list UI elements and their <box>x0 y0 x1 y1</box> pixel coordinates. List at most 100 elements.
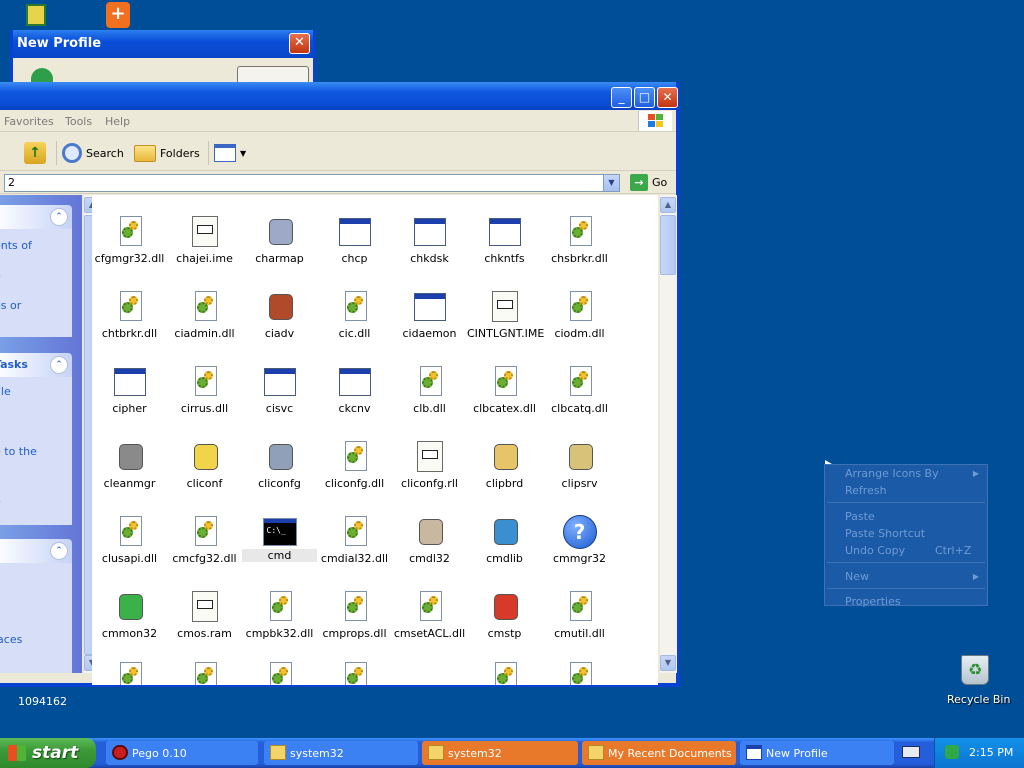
file-item[interactable]: cipher <box>92 365 167 415</box>
collapse-icon[interactable]: ⌃ <box>50 356 68 374</box>
file-item[interactable]: cirrus.dll <box>167 365 242 415</box>
menu-tools[interactable]: Tools <box>65 115 92 128</box>
desktop-firstaid-icon[interactable]: + <box>106 2 130 28</box>
task-pane-header-1[interactable]: ⌃ <box>0 205 72 229</box>
file-item[interactable]: cmprops.dll <box>317 590 392 640</box>
menu-favorites[interactable]: Favorites <box>4 115 54 128</box>
minimize-icon[interactable]: _ <box>611 87 632 108</box>
recycle-bin[interactable]: Recycle Bin <box>947 655 1010 706</box>
collapse-icon[interactable]: ⌃ <box>50 542 68 560</box>
folders-button[interactable]: Folders <box>134 141 200 165</box>
new-profile-titlebar[interactable]: New Profile <box>13 30 313 58</box>
explorer-titlebar[interactable] <box>0 82 676 110</box>
task-pane-text[interactable]: e <box>0 495 1 508</box>
task-pane-text[interactable]: file <box>0 385 11 398</box>
file-item[interactable]: cmdl32 <box>392 515 467 565</box>
menu-arrange-icons[interactable]: Arrange Icons By <box>845 467 939 480</box>
file-item[interactable]: clipsrv <box>542 440 617 490</box>
close-icon[interactable]: ✕ <box>657 87 678 108</box>
keyboard-icon[interactable] <box>902 746 920 758</box>
file-item[interactable]: cic.dll <box>317 290 392 340</box>
file-item[interactable]: cmdlib <box>467 515 542 565</box>
menu-properties[interactable]: Properties <box>845 595 901 608</box>
file-item[interactable]: cmstp <box>467 590 542 640</box>
file-item[interactable]: cliconfg <box>242 440 317 490</box>
file-item[interactable]: chsbrkr.dll <box>542 215 617 265</box>
scroll-down-icon[interactable]: ▼ <box>660 655 676 671</box>
file-item-partial[interactable] <box>317 661 392 685</box>
file-item[interactable]: chkdsk <box>392 215 467 265</box>
file-item[interactable]: cmmon32 <box>92 590 167 640</box>
task-pane-text[interactable]: es or <box>0 299 21 312</box>
taskbar-item-pego[interactable]: Pego 0.10 <box>106 741 258 765</box>
file-item[interactable]: cfgmgr32.dll <box>92 215 167 265</box>
file-item[interactable]: clbcatq.dll <box>542 365 617 415</box>
scroll-up-icon[interactable]: ▲ <box>660 197 676 213</box>
go-button[interactable]: → Go <box>630 174 667 191</box>
maximize-icon[interactable]: □ <box>634 87 655 108</box>
file-item[interactable]: clbcatex.dll <box>467 365 542 415</box>
file-item[interactable]: chajei.ime <box>167 215 242 265</box>
views-button[interactable]: ▼ <box>214 141 246 165</box>
file-item[interactable]: ? cmmgr32 <box>542 515 617 565</box>
chevron-down-icon[interactable]: ▼ <box>603 175 619 191</box>
scroll-thumb[interactable] <box>660 215 676 275</box>
file-item[interactable]: cmcfg32.dll <box>167 515 242 565</box>
file-item[interactable]: clusapi.dll <box>92 515 167 565</box>
file-item[interactable]: chtbrkr.dll <box>92 290 167 340</box>
desktop-shortcut-icon[interactable] <box>26 4 46 26</box>
address-input[interactable]: 2 ▼ <box>4 174 620 192</box>
file-item[interactable]: cliconfg.dll <box>317 440 392 490</box>
menu-undo-copy[interactable]: Undo Copy <box>845 544 905 557</box>
file-item[interactable]: cisvc <box>242 365 317 415</box>
file-item[interactable]: cmos.ram <box>167 590 242 640</box>
file-item[interactable]: cmpbk32.dll <box>242 590 317 640</box>
task-pane-text[interactable]: laces <box>0 633 22 646</box>
file-item[interactable]: cleanmgr <box>92 440 167 490</box>
file-item[interactable]: ciadv <box>242 290 317 340</box>
network-icon[interactable] <box>945 745 959 759</box>
file-item[interactable]: cmsetACL.dll <box>392 590 467 640</box>
menu-paste-shortcut[interactable]: Paste Shortcut <box>845 527 925 540</box>
menu-refresh[interactable]: Refresh <box>845 484 887 497</box>
close-icon[interactable]: ✕ <box>289 33 310 54</box>
file-item[interactable]: ciadmin.dll <box>167 290 242 340</box>
menu-new[interactable]: New <box>845 570 869 583</box>
clock[interactable]: 2:15 PM <box>969 746 1013 759</box>
taskbar-item-system32[interactable]: system32 <box>264 741 418 765</box>
task-pane-header-2[interactable]: Tasks ⌃ <box>0 353 72 377</box>
start-button[interactable]: start <box>0 738 96 768</box>
file-item[interactable]: clipbrd <box>467 440 542 490</box>
file-item[interactable]: chkntfs <box>467 215 542 265</box>
file-list-scrollbar[interactable]: ▲ ▼ <box>660 195 677 673</box>
file-item[interactable]: clb.dll <box>392 365 467 415</box>
taskbar-item-system32-active[interactable]: system32 <box>422 741 578 765</box>
file-item[interactable]: ciodm.dll <box>542 290 617 340</box>
task-pane-text[interactable]: e <box>0 269 1 282</box>
menu-paste[interactable]: Paste <box>845 510 875 523</box>
search-button[interactable]: Search <box>62 141 124 165</box>
task-pane-header-3[interactable]: ⌃ <box>0 539 72 563</box>
file-item[interactable]: cmd <box>242 515 317 562</box>
file-item[interactable]: cliconf <box>167 440 242 490</box>
menu-help[interactable]: Help <box>105 115 130 128</box>
task-pane-text[interactable]: e to the <box>0 445 37 458</box>
file-item[interactable]: charmap <box>242 215 317 265</box>
file-item-partial[interactable] <box>467 661 542 685</box>
file-item-partial[interactable] <box>542 661 617 685</box>
file-item[interactable]: cmutil.dll <box>542 590 617 640</box>
taskbar-item-recent-documents[interactable]: My Recent Documents <box>582 741 736 765</box>
file-item-partial[interactable] <box>242 661 317 685</box>
task-pane-text[interactable]: ents of <box>0 239 32 252</box>
file-item[interactable]: ckcnv <box>317 365 392 415</box>
file-item[interactable]: cliconfg.rll <box>392 440 467 490</box>
file-item[interactable]: cmdial32.dll <box>317 515 392 565</box>
collapse-icon[interactable]: ⌃ <box>50 208 68 226</box>
taskbar-item-new-profile[interactable]: New Profile <box>740 741 894 765</box>
file-item[interactable]: CINTLGNT.IME <box>467 290 544 340</box>
up-folder-button[interactable]: ↑ <box>24 141 46 165</box>
file-item[interactable]: chcp <box>317 215 392 265</box>
file-item-partial[interactable] <box>167 661 242 685</box>
file-item[interactable]: cidaemon <box>392 290 467 340</box>
file-item-partial[interactable] <box>92 661 167 685</box>
